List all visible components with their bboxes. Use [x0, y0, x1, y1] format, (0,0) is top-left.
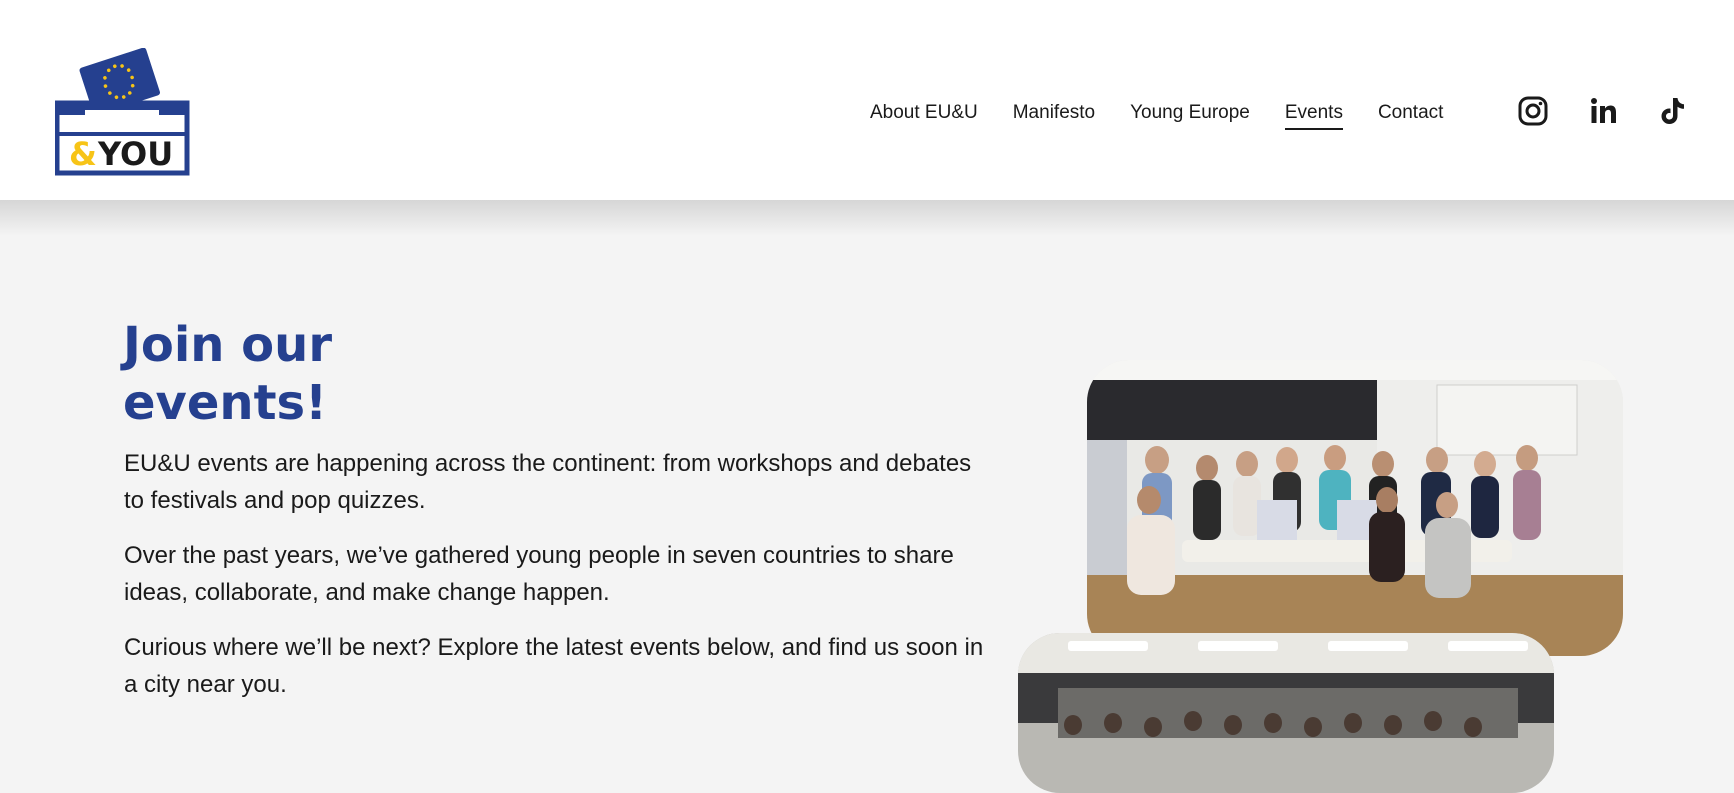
- title-line-1: Join our: [123, 317, 332, 373]
- intro-paragraph-2: Over the past years, we’ve gathered youn…: [124, 542, 954, 606]
- intro-copy: EU&U events are happening across the con…: [124, 445, 984, 721]
- page-title: Join our events!: [123, 316, 523, 432]
- header-shadow: [0, 200, 1734, 236]
- nav-contact[interactable]: Contact: [1378, 100, 1443, 130]
- title-line-2: events!: [123, 375, 327, 431]
- tiktok-icon[interactable]: [1658, 96, 1688, 126]
- nav-manifesto[interactable]: Manifesto: [1013, 100, 1095, 130]
- linkedin-icon[interactable]: [1589, 96, 1619, 126]
- event-photo-group: [1087, 360, 1623, 656]
- nav-young-europe[interactable]: Young Europe: [1130, 100, 1250, 130]
- main-nav: About EU&U Manifesto Young Europe Events…: [870, 100, 1478, 130]
- intro-paragraph-3: Curious where we’ll be next? Explore the…: [124, 634, 984, 698]
- site-header: & YOU About EU&U Manifesto Young Europe …: [0, 0, 1734, 200]
- instagram-icon[interactable]: [1518, 96, 1548, 126]
- logo-ampersand: &: [69, 135, 97, 173]
- nav-about[interactable]: About EU&U: [870, 100, 978, 130]
- eu-and-you-logo[interactable]: & YOU: [55, 48, 190, 176]
- event-photo-audience: [1018, 633, 1554, 793]
- logo-you: YOU: [97, 135, 173, 173]
- nav-events[interactable]: Events: [1284, 100, 1343, 130]
- intro-paragraph-1: EU&U events are happening across the con…: [124, 450, 972, 514]
